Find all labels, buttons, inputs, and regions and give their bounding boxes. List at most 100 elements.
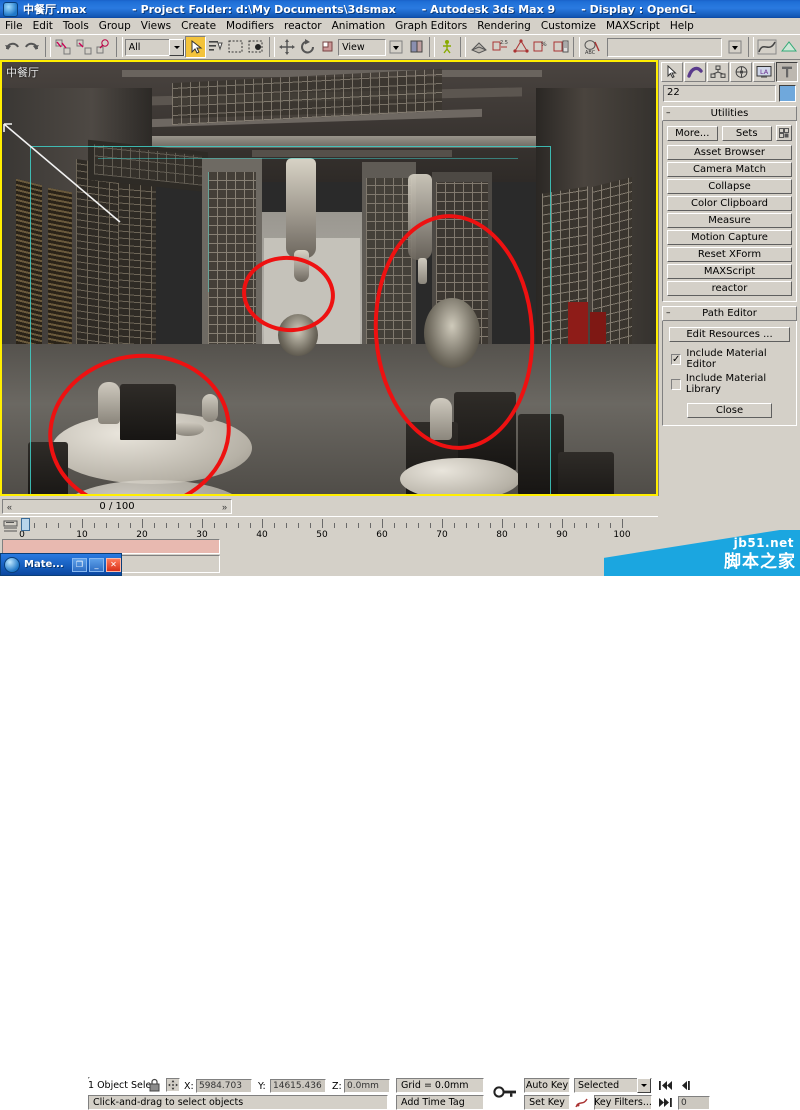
select-and-scale-button[interactable] [318,36,338,58]
object-color-swatch[interactable] [779,85,796,102]
align-button[interactable]: 2.5 [490,36,510,58]
utility-button-reset-xform[interactable]: Reset XForm [667,247,792,262]
close-window-button[interactable]: ✕ [106,557,121,572]
next-frame-arrow[interactable]: » [218,500,231,513]
include-material-library-checkbox[interactable] [671,378,681,390]
menu-help[interactable]: Help [665,19,699,33]
command-panel-tab-motion[interactable] [730,62,752,82]
menu-create[interactable]: Create [176,19,221,33]
menu-graph-editors[interactable]: Graph Editors [390,19,472,33]
select-and-rotate-button[interactable] [297,36,317,58]
menu-modifiers[interactable]: Modifiers [221,19,279,33]
y-coordinate-field[interactable]: 14615.436 [270,1079,326,1093]
path-editor-rollout-header[interactable]: – Path Editor [662,306,797,321]
command-panel-tab-hierarchy[interactable] [707,62,729,82]
menu-rendering[interactable]: Rendering [472,19,536,33]
utility-button-reactor[interactable]: reactor [667,281,792,296]
layer-manager-button[interactable]: ABC [582,36,604,58]
command-panel-tab-modify[interactable] [684,62,706,82]
key-filter-combo[interactable]: Selected [574,1078,652,1093]
menu-tools[interactable]: Tools [58,19,94,33]
select-object-button[interactable] [185,36,206,58]
named-selection-dropdown[interactable] [725,36,745,58]
edit-resources-button[interactable]: Edit Resources ... [669,327,790,342]
configure-button-sets-icon[interactable] [776,125,792,141]
key-filters-button[interactable]: Key Filters... [594,1095,652,1110]
chevron-down-icon[interactable] [637,1078,651,1093]
rectangular-selection-region-button[interactable] [226,36,246,58]
utility-button-collapse[interactable]: Collapse [667,179,792,194]
track-bar[interactable]: 0 10 20 30 40 50 60 70 80 90 100 [0,516,658,540]
go-to-start-icon[interactable] [656,1079,674,1092]
utility-button-maxscript[interactable]: MAXScript [667,264,792,279]
menu-views[interactable]: Views [136,19,176,33]
select-by-name-button[interactable] [206,36,226,58]
include-material-editor-checkbox[interactable]: ✓ [671,353,682,365]
z-coordinate-field[interactable]: 0.0mm [344,1079,390,1093]
command-panel-tab-display[interactable]: LA [753,62,775,82]
select-and-move-button[interactable] [277,36,297,58]
curve-editor-button[interactable] [756,36,778,58]
utility-button-measure[interactable]: Measure [667,213,792,228]
undo-button[interactable] [2,36,22,58]
lock-selection-icon[interactable] [148,1078,161,1092]
x-coordinate-field[interactable]: 5984.703 [196,1079,252,1093]
time-slider-thumb[interactable] [21,518,30,531]
mirror-button[interactable] [468,36,490,58]
maxscript-mini-listener-input[interactable] [2,539,220,554]
more-button[interactable]: More... [667,125,718,141]
perspective-viewport[interactable]: 中餐厅 [0,60,658,496]
unlink-selection-button[interactable] [73,36,93,58]
menu-animation[interactable]: Animation [327,19,391,33]
window-crossing-toggle-button[interactable] [246,36,266,58]
redo-button[interactable] [22,36,42,58]
set-key-icon[interactable] [574,1096,589,1110]
minimize-window-button[interactable]: _ [89,557,104,572]
restore-window-button[interactable]: ❐ [72,557,87,572]
select-and-manipulate-button[interactable] [437,36,457,58]
utility-button-motion-capture[interactable]: Motion Capture [667,230,792,245]
menu-group[interactable]: Group [94,19,136,33]
go-to-end-icon[interactable] [656,1096,674,1109]
menu-maxscript[interactable]: MAXScript [601,19,665,33]
set-key-button[interactable]: Set Key [524,1095,570,1110]
snapshot-button[interactable] [510,36,530,58]
menu-reactor[interactable]: reactor [279,19,327,33]
reference-coordinate-system-combo[interactable]: View [338,38,387,56]
include-material-editor-row[interactable]: ✓ Include Material Editor [671,348,790,370]
current-frame-field[interactable]: 0 [678,1096,710,1110]
normal-align-button[interactable]: % [531,36,551,58]
key-mode-toggle-icon[interactable] [492,1082,518,1102]
align-to-view-button[interactable] [551,36,571,58]
object-name-field[interactable]: 22 [663,85,776,102]
add-time-tag-button[interactable]: Add Time Tag [396,1095,484,1110]
utilities-rollout-header[interactable]: – Utilities [662,106,797,121]
utility-button-camera-match[interactable]: Camera Match [667,162,792,177]
select-and-link-button[interactable] [53,36,73,58]
selection-filter-combo[interactable]: All [124,38,186,56]
open-mini-curve-editor-icon[interactable] [3,519,19,535]
coordinate-dropdown-button[interactable] [386,36,406,58]
utility-button-asset-browser[interactable]: Asset Browser [667,145,792,160]
time-slider[interactable]: « 0 / 100 » [2,499,232,514]
menu-customize[interactable]: Customize [536,19,601,33]
svg-text:%: % [541,41,547,48]
bind-to-space-warp-button[interactable] [94,36,114,58]
schematic-view-button[interactable] [778,36,800,58]
include-material-library-row[interactable]: Include Material Library [671,373,790,395]
command-panel-tab-create[interactable] [661,62,683,82]
named-selection-sets-field[interactable] [606,37,723,57]
menu-edit[interactable]: Edit [28,19,58,33]
previous-frame-arrow[interactable]: « [3,500,16,513]
command-panel-tab-utilities[interactable] [776,62,798,82]
material-editor-window-bar[interactable]: Mate... ❐ _ ✕ [0,553,122,576]
close-button[interactable]: Close [687,403,772,418]
auto-key-button[interactable]: Auto Key [524,1078,570,1093]
previous-frame-icon[interactable] [678,1079,696,1092]
chevron-down-icon[interactable] [169,38,185,56]
use-pivot-point-center-button[interactable] [406,36,426,58]
menu-file[interactable]: File [0,19,28,33]
utility-button-color-clipboard[interactable]: Color Clipboard [667,196,792,211]
absolute-relative-transform-toggle-icon[interactable] [166,1078,180,1092]
sets-button[interactable]: Sets [721,125,772,141]
